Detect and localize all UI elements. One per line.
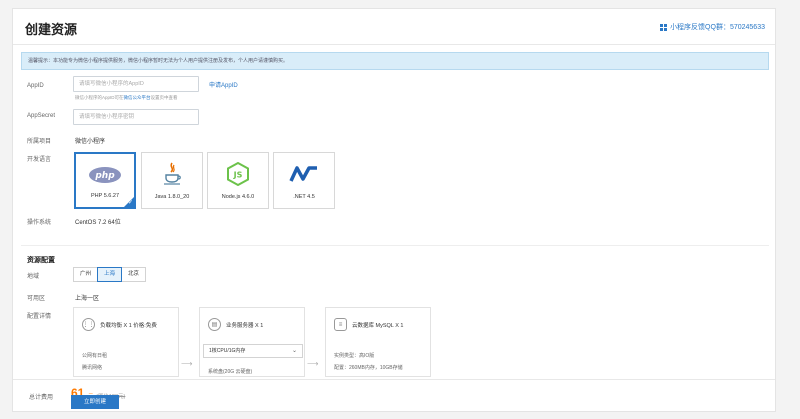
database-icon: ≡: [334, 318, 347, 331]
lang-option-php[interactable]: php PHP 5.6.27 ✓: [74, 152, 136, 209]
section-divider: [21, 245, 769, 246]
region-label: 地域: [27, 274, 40, 280]
project-label: 所属项目: [27, 139, 52, 145]
card-title: 负载均衡 X 1 价格:免费: [100, 322, 157, 329]
lang-option-nodejs[interactable]: JS Node.js 4.6.0: [207, 152, 269, 209]
database-card: ≡ 云数据库 MySQL X 1 实例类型：高IO版 配置：260MB内存，10…: [325, 307, 431, 377]
appsecret-input[interactable]: 请填写微信小程序密钥: [73, 109, 199, 125]
os-value: CentOS 7.2 64位: [75, 220, 121, 226]
dotnet-icon: [274, 161, 334, 187]
create-resource-page: 创建资源 小程序反馈QQ群：570245633 温馨提示：本功能专为微信小程序提…: [12, 8, 776, 412]
card-line: 配置：260MB内存，10GB存储: [334, 365, 403, 371]
card-title: 业务服务器 X 1: [226, 322, 264, 329]
chevron-down-icon: ⌄: [291, 348, 297, 354]
appsecret-label: AppSecret: [27, 113, 56, 119]
load-balancer-card: ⋮⋮ 负载均衡 X 1 价格:免费 公网有日租 腾讯网络: [73, 307, 179, 377]
svg-text:php: php: [94, 171, 115, 181]
appid-input[interactable]: 请填写微信小程序的AppID: [73, 76, 199, 92]
java-icon: [142, 161, 202, 187]
card-line: 公网有日租: [82, 353, 108, 359]
create-now-button[interactable]: 立即创建: [71, 395, 119, 409]
flow-arrow-icon: ⟶: [307, 359, 319, 368]
server-icon: ▤: [208, 318, 221, 331]
project-value: 微信小程序: [75, 139, 106, 145]
total-label: 总计费用: [29, 395, 54, 401]
card-title: 云数据库 MySQL X 1: [352, 322, 404, 329]
lang-name: Java 1.8.0_20: [154, 194, 190, 200]
card-line: 系统盘(20G 云硬盘): [208, 369, 253, 375]
grid-icon: [660, 23, 668, 31]
os-label: 操作系统: [27, 220, 52, 226]
lang-name: .NET 4.5: [293, 194, 315, 200]
lang-name: Node.js 4.6.0: [221, 194, 255, 200]
lang-label: 开发语言: [27, 157, 52, 163]
zone-label: 可用区: [27, 296, 46, 302]
page-header: 创建资源 小程序反馈QQ群：570245633: [13, 9, 775, 45]
region-guangzhou[interactable]: 广州: [73, 267, 99, 282]
server-spec-select[interactable]: 1核CPU/1G内存 ⌄: [203, 344, 303, 358]
appid-hint: 微信小程序的AppID可在微信公众平台设置页中查看: [75, 95, 178, 101]
lang-option-dotnet[interactable]: .NET 4.5: [273, 152, 335, 209]
server-spec-value: 1核CPU/1G内存: [209, 348, 246, 354]
flow-arrow-icon: ⟶: [181, 359, 193, 368]
qq-group-text: 小程序反馈QQ群：570245633: [670, 24, 765, 31]
appid-hint-prefix: 微信小程序的AppID可在: [75, 95, 124, 100]
appid-label: AppID: [27, 83, 44, 89]
region-shanghai[interactable]: 上海: [97, 267, 123, 282]
php-icon: php: [76, 162, 134, 188]
resource-section-title: 资源配置: [27, 257, 55, 264]
card-line: 腾讯网络: [82, 365, 103, 371]
apply-appid-link[interactable]: 申请AppID: [209, 80, 238, 89]
footer-bar: 总计费用 61 元 (原价128元): [13, 379, 775, 411]
lang-option-java[interactable]: Java 1.8.0_20: [141, 152, 203, 209]
server-card: ▤ 业务服务器 X 1 1核CPU/1G内存 ⌄ 系统盘(20G 云硬盘): [199, 307, 305, 377]
region-selector: 广州 上海 北京: [73, 267, 147, 282]
wechat-platform-link[interactable]: 微信公众平台: [124, 95, 151, 100]
svg-text:JS: JS: [233, 171, 243, 180]
nodejs-icon: JS: [208, 161, 268, 187]
qq-group-link[interactable]: 小程序反馈QQ群：570245633: [660, 22, 765, 32]
zone-value: 上海一区: [75, 296, 100, 302]
load-balancer-icon: ⋮⋮: [82, 318, 95, 331]
page-title: 创建资源: [25, 22, 78, 37]
appid-hint-suffix: 设置页中查看: [150, 95, 178, 100]
config-label: 配置详情: [27, 314, 52, 320]
region-beijing[interactable]: 北京: [121, 267, 147, 282]
notice-banner: 温馨提示：本功能专为微信小程序提供服务，微信小程序暂时无法为个人用户提供注册及发…: [21, 52, 769, 70]
card-line: 实例类型：高IO版: [334, 353, 375, 359]
